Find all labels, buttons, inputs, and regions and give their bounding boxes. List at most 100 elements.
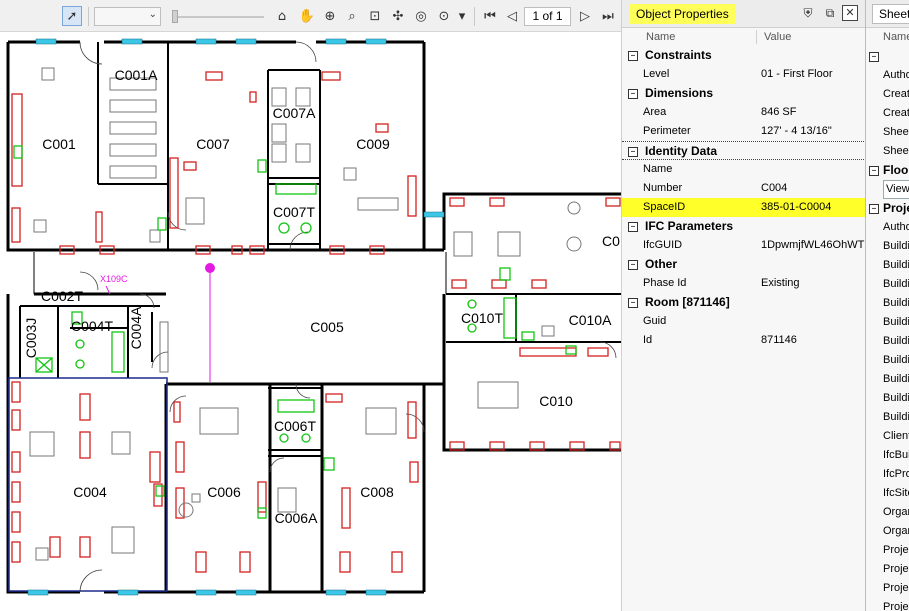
property-name: Perimeter <box>643 125 691 137</box>
sheet-property-row[interactable]: Autho <box>866 218 909 237</box>
sheet-category[interactable]: – Floo <box>866 161 909 180</box>
column-header-name[interactable]: Name <box>646 28 675 46</box>
sheet-property-row[interactable]: Buildi <box>866 370 909 389</box>
previous-page-icon[interactable]: ◁ <box>502 6 522 26</box>
tools-dropdown-icon[interactable]: ▾ <box>455 6 469 26</box>
sheet-property-row[interactable]: Buildi <box>866 389 909 408</box>
floor-plan-canvas[interactable]: C001 C001A C007 C007A C007T C009 C0 C002… <box>0 32 621 611</box>
category-room[interactable]: – Room [871146] <box>622 293 866 312</box>
sheet-category[interactable]: – <box>866 47 909 66</box>
property-name: Phase Id <box>643 277 687 289</box>
zoom-slider[interactable] <box>168 7 268 26</box>
category-label: Dimensions <box>645 86 714 100</box>
property-row-name[interactable]: Name <box>622 160 866 179</box>
collapse-icon[interactable]: – <box>628 222 638 232</box>
category-identity-data[interactable]: – Identity Data <box>622 141 866 160</box>
page-indicator[interactable]: 1 of 1 <box>524 7 571 26</box>
sheet-property-row[interactable]: Projec <box>866 541 909 560</box>
sheet-property-row[interactable]: View <box>866 180 909 199</box>
sheet-property-row[interactable]: Autho <box>866 66 909 85</box>
sheet-property-row[interactable]: Create <box>866 85 909 104</box>
collapse-icon[interactable]: – <box>869 166 879 176</box>
property-row-ifcguid[interactable]: IfcGUID 1DpwmjfWL46OhWT <box>622 236 866 255</box>
object-properties-panel: Object Properties ⛨ ⧉ ✕ Name Value – Con… <box>621 0 866 611</box>
sheet-property-row[interactable]: Buildi <box>866 275 909 294</box>
last-page-icon[interactable]: ⏭ <box>598 6 618 26</box>
sheet-property-row[interactable]: Buildi <box>866 313 909 332</box>
collapse-icon[interactable]: – <box>628 89 638 99</box>
sheet-property-row[interactable]: Buildi <box>866 351 909 370</box>
collapse-icon[interactable]: – <box>628 51 638 61</box>
collapse-icon[interactable]: – <box>869 204 879 214</box>
next-page-icon[interactable]: ▷ <box>575 6 595 26</box>
zoom-in-icon[interactable]: ⊕ <box>320 6 340 26</box>
home-icon[interactable]: ⌂ <box>272 6 292 26</box>
sheet-property-row[interactable]: IfcBui <box>866 446 909 465</box>
collapse-icon[interactable]: – <box>628 260 638 270</box>
property-row-spaceid[interactable]: SpaceID 385-01-C0004 <box>622 198 866 217</box>
property-row-area[interactable]: Area 846 SF <box>622 103 866 122</box>
property-name: Area <box>643 106 667 118</box>
property-row-guid[interactable]: Guid <box>622 312 866 331</box>
property-name: SpaceID <box>643 201 686 213</box>
sheet-property-row[interactable]: Projec <box>866 598 909 611</box>
sheet-property-row[interactable]: Projec <box>866 579 909 598</box>
tag-marker <box>205 263 215 273</box>
rotate-icon[interactable]: ◎ <box>411 6 431 26</box>
category-ifc-parameters[interactable]: – IFC Parameters <box>622 217 866 236</box>
sheet-tab[interactable]: Sheet <box>872 4 909 24</box>
category-dimensions[interactable]: – Dimensions <box>622 84 866 103</box>
close-icon[interactable]: ✕ <box>842 5 858 21</box>
category-constraints[interactable]: – Constraints <box>622 46 866 65</box>
collapse-icon[interactable]: – <box>628 147 638 157</box>
sheet-row-label: Buildi <box>883 297 909 309</box>
sheet-property-row[interactable]: Buildi <box>866 237 909 256</box>
room-label-c001a: C001A <box>114 67 158 83</box>
slider-thumb[interactable] <box>172 10 178 23</box>
shield-icon[interactable]: ⛨ <box>800 5 816 21</box>
sheet-property-row[interactable]: Projec <box>866 560 909 579</box>
sheet-property-row[interactable]: IfcProj <box>866 465 909 484</box>
first-page-icon[interactable]: ⏮ <box>480 6 500 26</box>
zoom-dropdown[interactable]: ⌄ <box>94 7 161 26</box>
collapse-icon[interactable]: – <box>869 52 879 62</box>
property-row-level[interactable]: Level 01 - First Floor <box>622 65 866 84</box>
sheet-property-row[interactable]: Client <box>866 427 909 446</box>
sheet-property-row[interactable]: Sheet <box>866 142 909 161</box>
property-row-id[interactable]: Id 871146 <box>622 331 866 350</box>
property-name: Guid <box>643 315 667 327</box>
sheet-property-row[interactable]: Buildi <box>866 294 909 313</box>
room-label-c010a: C010A <box>568 312 612 328</box>
dock-icon[interactable]: ⧉ <box>822 5 838 21</box>
sheet-property-row[interactable]: Buildi <box>866 408 909 427</box>
sheet-property-row[interactable]: Create <box>866 104 909 123</box>
property-row-number[interactable]: Number C004 <box>622 179 866 198</box>
category-other[interactable]: – Other <box>622 255 866 274</box>
orbit-icon[interactable]: ✣ <box>388 6 408 26</box>
property-row-perimeter[interactable]: Perimeter 127' - 4 13/16" <box>622 122 866 141</box>
sheet-row-label: Buildi <box>883 240 909 252</box>
sheet-property-row[interactable]: Organ <box>866 503 909 522</box>
sheet-category[interactable]: –Proje <box>866 199 909 218</box>
sheet-row-label: View <box>883 180 909 199</box>
pan-hand-icon[interactable]: ✋ <box>297 6 317 26</box>
property-row-phase-id[interactable]: Phase Id Existing <box>622 274 866 293</box>
sheet-property-row[interactable]: Sheet <box>866 123 909 142</box>
sheet-property-row[interactable]: IfcSite <box>866 484 909 503</box>
property-value: 871146 <box>761 334 797 346</box>
sheet-property-row[interactable]: Buildi <box>866 256 909 275</box>
sheet-column-header-name[interactable]: Name <box>883 28 909 46</box>
sheet-row-label: IfcProj <box>883 468 909 480</box>
column-header-value[interactable]: Value <box>764 28 791 46</box>
sheet-row-label: Projec <box>883 544 909 556</box>
collapse-icon[interactable]: – <box>628 298 638 308</box>
sheet-row-label: Buildi <box>883 335 909 347</box>
sheet-property-row[interactable]: Organ <box>866 522 909 541</box>
zoom-magnifier-icon[interactable]: ⌕ <box>342 6 362 26</box>
steering-wheel-icon[interactable]: ⊙ <box>434 6 454 26</box>
sheet-row-label: Proje <box>883 201 909 215</box>
select-arrow-icon[interactable]: ➚ <box>62 6 82 26</box>
zoom-window-icon[interactable]: ⊡ <box>365 6 385 26</box>
column-separator[interactable] <box>756 30 757 44</box>
sheet-property-row[interactable]: Buildi <box>866 332 909 351</box>
